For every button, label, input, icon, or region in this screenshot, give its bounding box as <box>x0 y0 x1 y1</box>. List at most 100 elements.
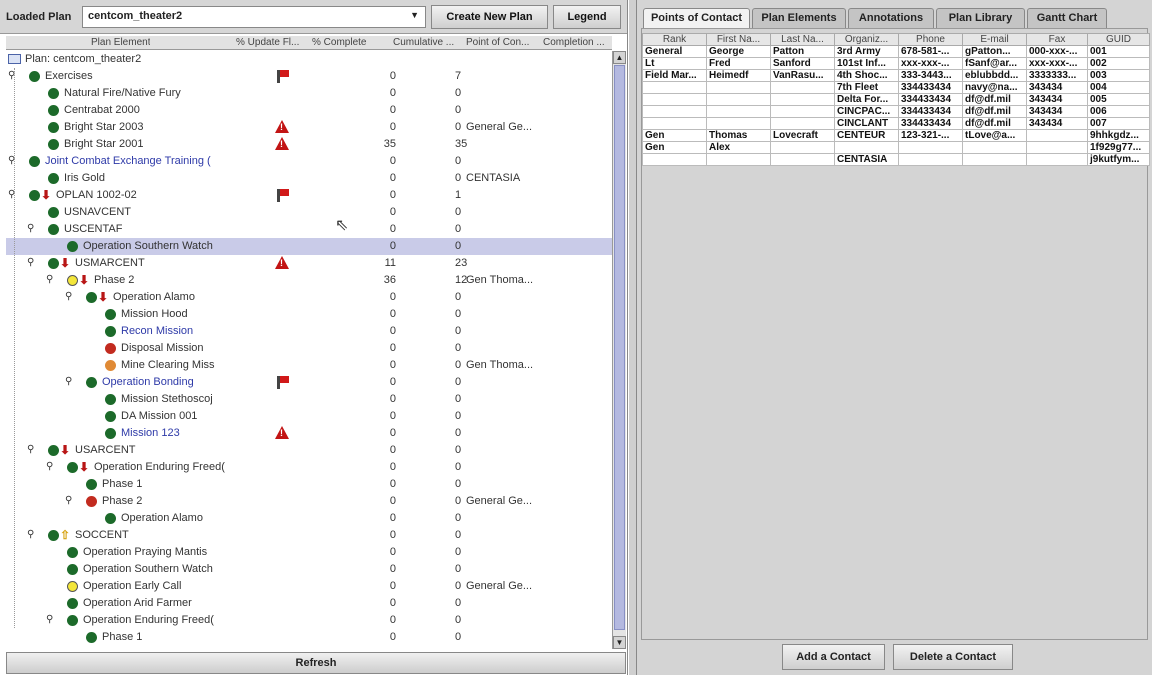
tree-row[interactable]: Iris Gold 0 0 CENTASIA <box>6 170 612 187</box>
contacts-column-header[interactable]: Phone <box>898 33 963 46</box>
contact-cell[interactable]: CENTEUR <box>834 129 899 142</box>
contact-cell[interactable]: 334433434 <box>898 105 963 118</box>
legend-button[interactable]: Legend <box>553 5 621 29</box>
tree-row[interactable]: ⚲ ⬇ Phase 2 36 12 Gen Thoma... <box>6 272 612 289</box>
contact-row[interactable]: Gen Thomas Lovecraft CENTEUR 123-321-... tLov… <box>642 129 1150 142</box>
tree-row[interactable]: Phase 1 0 0 <box>6 629 612 646</box>
contact-cell[interactable]: Lt <box>642 57 707 70</box>
contact-cell[interactable]: Heimedf <box>706 69 771 82</box>
column-header-percent-complete[interactable]: % Complete <box>312 37 387 48</box>
expand-toggle-icon[interactable]: ⚲ <box>27 257 34 268</box>
tab-plan-elements[interactable]: Plan Elements <box>752 8 846 28</box>
contact-cell[interactable] <box>898 141 963 154</box>
expand-toggle-icon[interactable]: ⚲ <box>65 495 72 506</box>
contact-cell[interactable]: df@df.mil <box>962 105 1027 118</box>
contact-cell[interactable]: 003 <box>1087 69 1150 82</box>
scroll-down-arrow-icon[interactable]: ▼ <box>613 636 626 649</box>
contact-cell[interactable]: 343434 <box>1026 93 1088 106</box>
contact-cell[interactable]: xxx-xxx-... <box>1026 57 1088 70</box>
contact-row[interactable]: CENTASIA j9kutfym... <box>642 153 1150 166</box>
contact-cell[interactable] <box>642 117 707 130</box>
contact-cell[interactable] <box>706 117 771 130</box>
plan-select[interactable]: centcom_theater2 ▼ <box>82 6 426 28</box>
tree-root[interactable]: Plan: centcom_theater2 <box>6 51 612 68</box>
contact-cell[interactable]: 9hhkgdz... <box>1087 129 1150 142</box>
create-new-plan-button[interactable]: Create New Plan <box>431 5 548 29</box>
tab-plan-library[interactable]: Plan Library <box>936 8 1025 28</box>
contact-cell[interactable]: Delta For... <box>834 93 899 106</box>
contact-cell[interactable] <box>962 141 1027 154</box>
split-pane-divider[interactable] <box>628 0 637 675</box>
plan-tree[interactable]: Plan: centcom_theater2 ⚲ Exercises 0 7 Natur… <box>6 51 612 649</box>
tree-row[interactable]: Operation Arid Farmer 0 0 <box>6 595 612 612</box>
contact-row[interactable]: CINCLANT 334433434 df@df.mil 343434 007 <box>642 117 1150 130</box>
contact-cell[interactable] <box>770 117 835 130</box>
contact-cell[interactable]: 678-581-... <box>898 45 963 58</box>
expand-toggle-icon[interactable]: ⚲ <box>65 291 72 302</box>
contact-cell[interactable]: Patton <box>770 45 835 58</box>
tree-row[interactable]: ⚲ USCENTAF 0 0 <box>6 221 612 238</box>
contact-cell[interactable]: 001 <box>1087 45 1150 58</box>
tab-gantt-chart[interactable]: Gantt Chart <box>1027 8 1107 28</box>
contacts-column-header[interactable]: Last Na... <box>770 33 835 46</box>
contacts-column-header[interactable]: GUID <box>1087 33 1150 46</box>
contact-row[interactable]: CINCPAC... 334433434 df@df.mil 343434 006 <box>642 105 1150 118</box>
column-header-point-of-contact[interactable]: Point of Con... <box>466 37 541 48</box>
tree-row[interactable]: Operation Early Call 0 0 General Ge... <box>6 578 612 595</box>
expand-toggle-icon[interactable]: ⚲ <box>27 529 34 540</box>
contact-cell[interactable] <box>642 105 707 118</box>
contact-cell[interactable]: Alex <box>706 141 771 154</box>
tree-row[interactable]: ⚲ Operation Bonding 0 0 <box>6 374 612 391</box>
expand-toggle-icon[interactable]: ⚲ <box>46 614 53 625</box>
delete-contact-button[interactable]: Delete a Contact <box>893 644 1013 670</box>
tree-row[interactable]: Operation Southern Watch 0 0 <box>6 238 612 255</box>
contact-cell[interactable]: 007 <box>1087 117 1150 130</box>
contacts-column-header[interactable]: First Na... <box>706 33 771 46</box>
tree-row[interactable]: Natural Fire/Native Fury 0 0 <box>6 85 612 102</box>
contact-cell[interactable]: navy@na... <box>962 81 1027 94</box>
contact-cell[interactable]: Fred <box>706 57 771 70</box>
contact-cell[interactable] <box>834 141 899 154</box>
contact-cell[interactable] <box>642 81 707 94</box>
contact-row[interactable]: Delta For... 334433434 df@df.mil 343434 005 <box>642 93 1150 106</box>
column-header-update-flag[interactable]: % Update Fl... <box>236 37 306 48</box>
contact-cell[interactable]: fSanf@ar... <box>962 57 1027 70</box>
contact-row[interactable]: Field Mar... Heimedf VanRasu... 4th Shoc...… <box>642 69 1150 82</box>
contact-row[interactable]: Lt Fred Sanford 101st Inf... xxx-xxx-... fSan… <box>642 57 1150 70</box>
tree-row[interactable]: USNAVCENT 0 0 <box>6 204 612 221</box>
contact-cell[interactable] <box>770 105 835 118</box>
contact-cell[interactable]: CINCLANT <box>834 117 899 130</box>
contact-cell[interactable]: eblubbdd... <box>962 69 1027 82</box>
contact-cell[interactable] <box>770 81 835 94</box>
contacts-column-header[interactable]: Fax <box>1026 33 1088 46</box>
contact-cell[interactable] <box>706 93 771 106</box>
tree-row[interactable]: ⚲ ⬇ Operation Alamo 0 0 <box>6 289 612 306</box>
contact-cell[interactable] <box>898 153 963 166</box>
contact-cell[interactable]: 004 <box>1087 81 1150 94</box>
tree-row[interactable]: ⚲ ⬇ Operation Enduring Freed(0 0 <box>6 459 612 476</box>
contact-cell[interactable]: 3333333... <box>1026 69 1088 82</box>
contacts-column-header[interactable]: E-mail <box>962 33 1027 46</box>
tree-row[interactable]: Operation Southern Watch 0 0 <box>6 561 612 578</box>
tree-row[interactable]: Operation Praying Mantis 0 0 <box>6 544 612 561</box>
tree-row[interactable]: ⚲ ⬇ USARCENT 0 0 <box>6 442 612 459</box>
contact-cell[interactable]: 101st Inf... <box>834 57 899 70</box>
tree-row[interactable]: Phase 1 0 0 <box>6 476 612 493</box>
contact-cell[interactable]: Gen <box>642 141 707 154</box>
tree-row[interactable]: Mission 123 0 0 <box>6 425 612 442</box>
tree-row[interactable]: Mission Stethoscoj 0 0 <box>6 391 612 408</box>
contact-cell[interactable]: 334433434 <box>898 93 963 106</box>
add-contact-button[interactable]: Add a Contact <box>782 644 885 670</box>
contact-cell[interactable]: 005 <box>1087 93 1150 106</box>
contact-cell[interactable]: 343434 <box>1026 105 1088 118</box>
tree-scrollbar[interactable]: ▲ ▼ <box>612 51 626 649</box>
contact-cell[interactable]: 333-3443... <box>898 69 963 82</box>
scroll-up-arrow-icon[interactable]: ▲ <box>613 51 626 64</box>
contact-cell[interactable] <box>706 105 771 118</box>
tree-row[interactable]: Mission Hood 0 0 <box>6 306 612 323</box>
contact-cell[interactable]: gPatton... <box>962 45 1027 58</box>
tree-row[interactable]: Bright Star 2003 0 0 General Ge... <box>6 119 612 136</box>
contacts-column-header[interactable]: Organiz... <box>834 33 899 46</box>
expand-toggle-icon[interactable]: ⚲ <box>27 223 34 234</box>
tree-row[interactable]: Disposal Mission 0 0 <box>6 340 612 357</box>
